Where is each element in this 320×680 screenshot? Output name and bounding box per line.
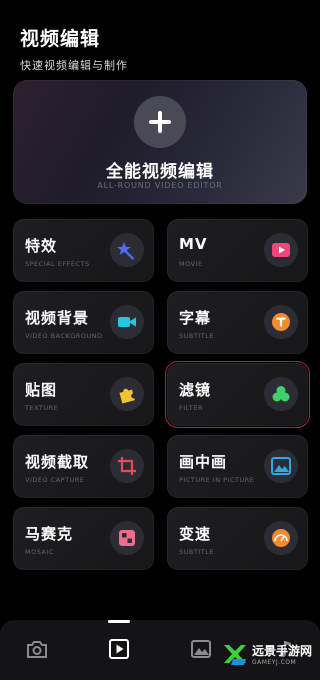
page-title: 视频编辑	[20, 28, 101, 50]
card-mv[interactable]: MV MOVIE	[167, 219, 308, 282]
picture-icon	[264, 449, 298, 483]
card-title: 字幕	[179, 309, 212, 327]
card-video-capture[interactable]: 视频截取 VIDEO CAPTURE	[13, 435, 154, 498]
card-title: 视频截取	[25, 453, 90, 471]
camera-icon[interactable]	[26, 638, 48, 660]
play-icon	[264, 233, 298, 267]
card-subtitle: MOVIE	[179, 260, 203, 268]
card-title: 贴图	[25, 381, 58, 399]
watermark-name: 远景手游网	[252, 644, 313, 658]
card-subtitle[interactable]: 字幕 SUBTITLE	[167, 291, 308, 354]
card-filter[interactable]: 滤镜 FILTER	[165, 361, 310, 428]
watermark-text: 远景手游网 GAMEYJ.COM	[252, 642, 312, 666]
play-box-icon[interactable]	[108, 638, 130, 660]
card-speed[interactable]: 变速 SUBTITLE	[167, 507, 308, 570]
card-mosaic[interactable]: 马赛克 MOSAIC	[13, 507, 154, 570]
card-title: 特效	[25, 237, 58, 255]
card-subtitle: MOSAIC	[25, 548, 54, 556]
mosaic-icon	[110, 521, 144, 555]
feature-grid: 特效 SPECIAL EFFECTS MV MOVIE 视频背景 VIDEO B…	[13, 219, 310, 570]
card-special-effects[interactable]: 特效 SPECIAL EFFECTS	[13, 219, 154, 282]
crop-icon	[110, 449, 144, 483]
card-subtitle: FILTER	[179, 404, 203, 412]
filter-circles-icon	[264, 377, 298, 411]
text-t-icon	[264, 305, 298, 339]
card-title: MV	[179, 235, 208, 253]
page-subtitle: 快速视频编辑与制作	[20, 59, 128, 72]
card-title: 变速	[179, 525, 212, 543]
card-title: 马赛克	[25, 525, 74, 543]
watermark: 远景手游网 GAMEYJ.COM	[222, 638, 312, 670]
puzzle-icon	[110, 377, 144, 411]
card-subtitle: SPECIAL EFFECTS	[25, 260, 90, 268]
card-subtitle: SUBTITLE	[179, 548, 214, 556]
all-round-editor-card[interactable]: 全能视频编辑 ALL-ROUND VIDEO EDITOR	[13, 80, 307, 204]
card-texture[interactable]: 贴图 TEXTURE	[13, 363, 154, 426]
image-icon[interactable]	[190, 638, 212, 660]
plus-icon	[134, 96, 186, 148]
card-title: 滤镜	[179, 381, 212, 399]
card-subtitle: VIDEO BACKGROUND	[25, 332, 103, 340]
card-title: 视频背景	[25, 309, 90, 327]
watermark-site: GAMEYJ.COM	[252, 659, 297, 666]
hero-subtitle: ALL-ROUND VIDEO EDITOR	[97, 181, 223, 190]
video-camera-icon	[110, 305, 144, 339]
magic-wand-icon	[110, 233, 144, 267]
hero-title: 全能视频编辑	[106, 162, 214, 182]
card-picture-in-picture[interactable]: 画中画 PICTURE IN PICTURE	[167, 435, 308, 498]
card-subtitle: VIDEO CAPTURE	[25, 476, 85, 484]
card-subtitle: SUBTITLE	[179, 332, 214, 340]
active-tab-indicator	[108, 620, 130, 623]
card-title: 画中画	[179, 453, 228, 471]
site-logo-icon	[224, 645, 246, 665]
card-video-background[interactable]: 视频背景 VIDEO BACKGROUND	[13, 291, 154, 354]
speed-gauge-icon	[264, 521, 298, 555]
card-subtitle: PICTURE IN PICTURE	[179, 476, 255, 484]
header: 视频编辑 快速视频编辑与制作	[20, 24, 128, 73]
card-subtitle: TEXTURE	[25, 404, 59, 412]
